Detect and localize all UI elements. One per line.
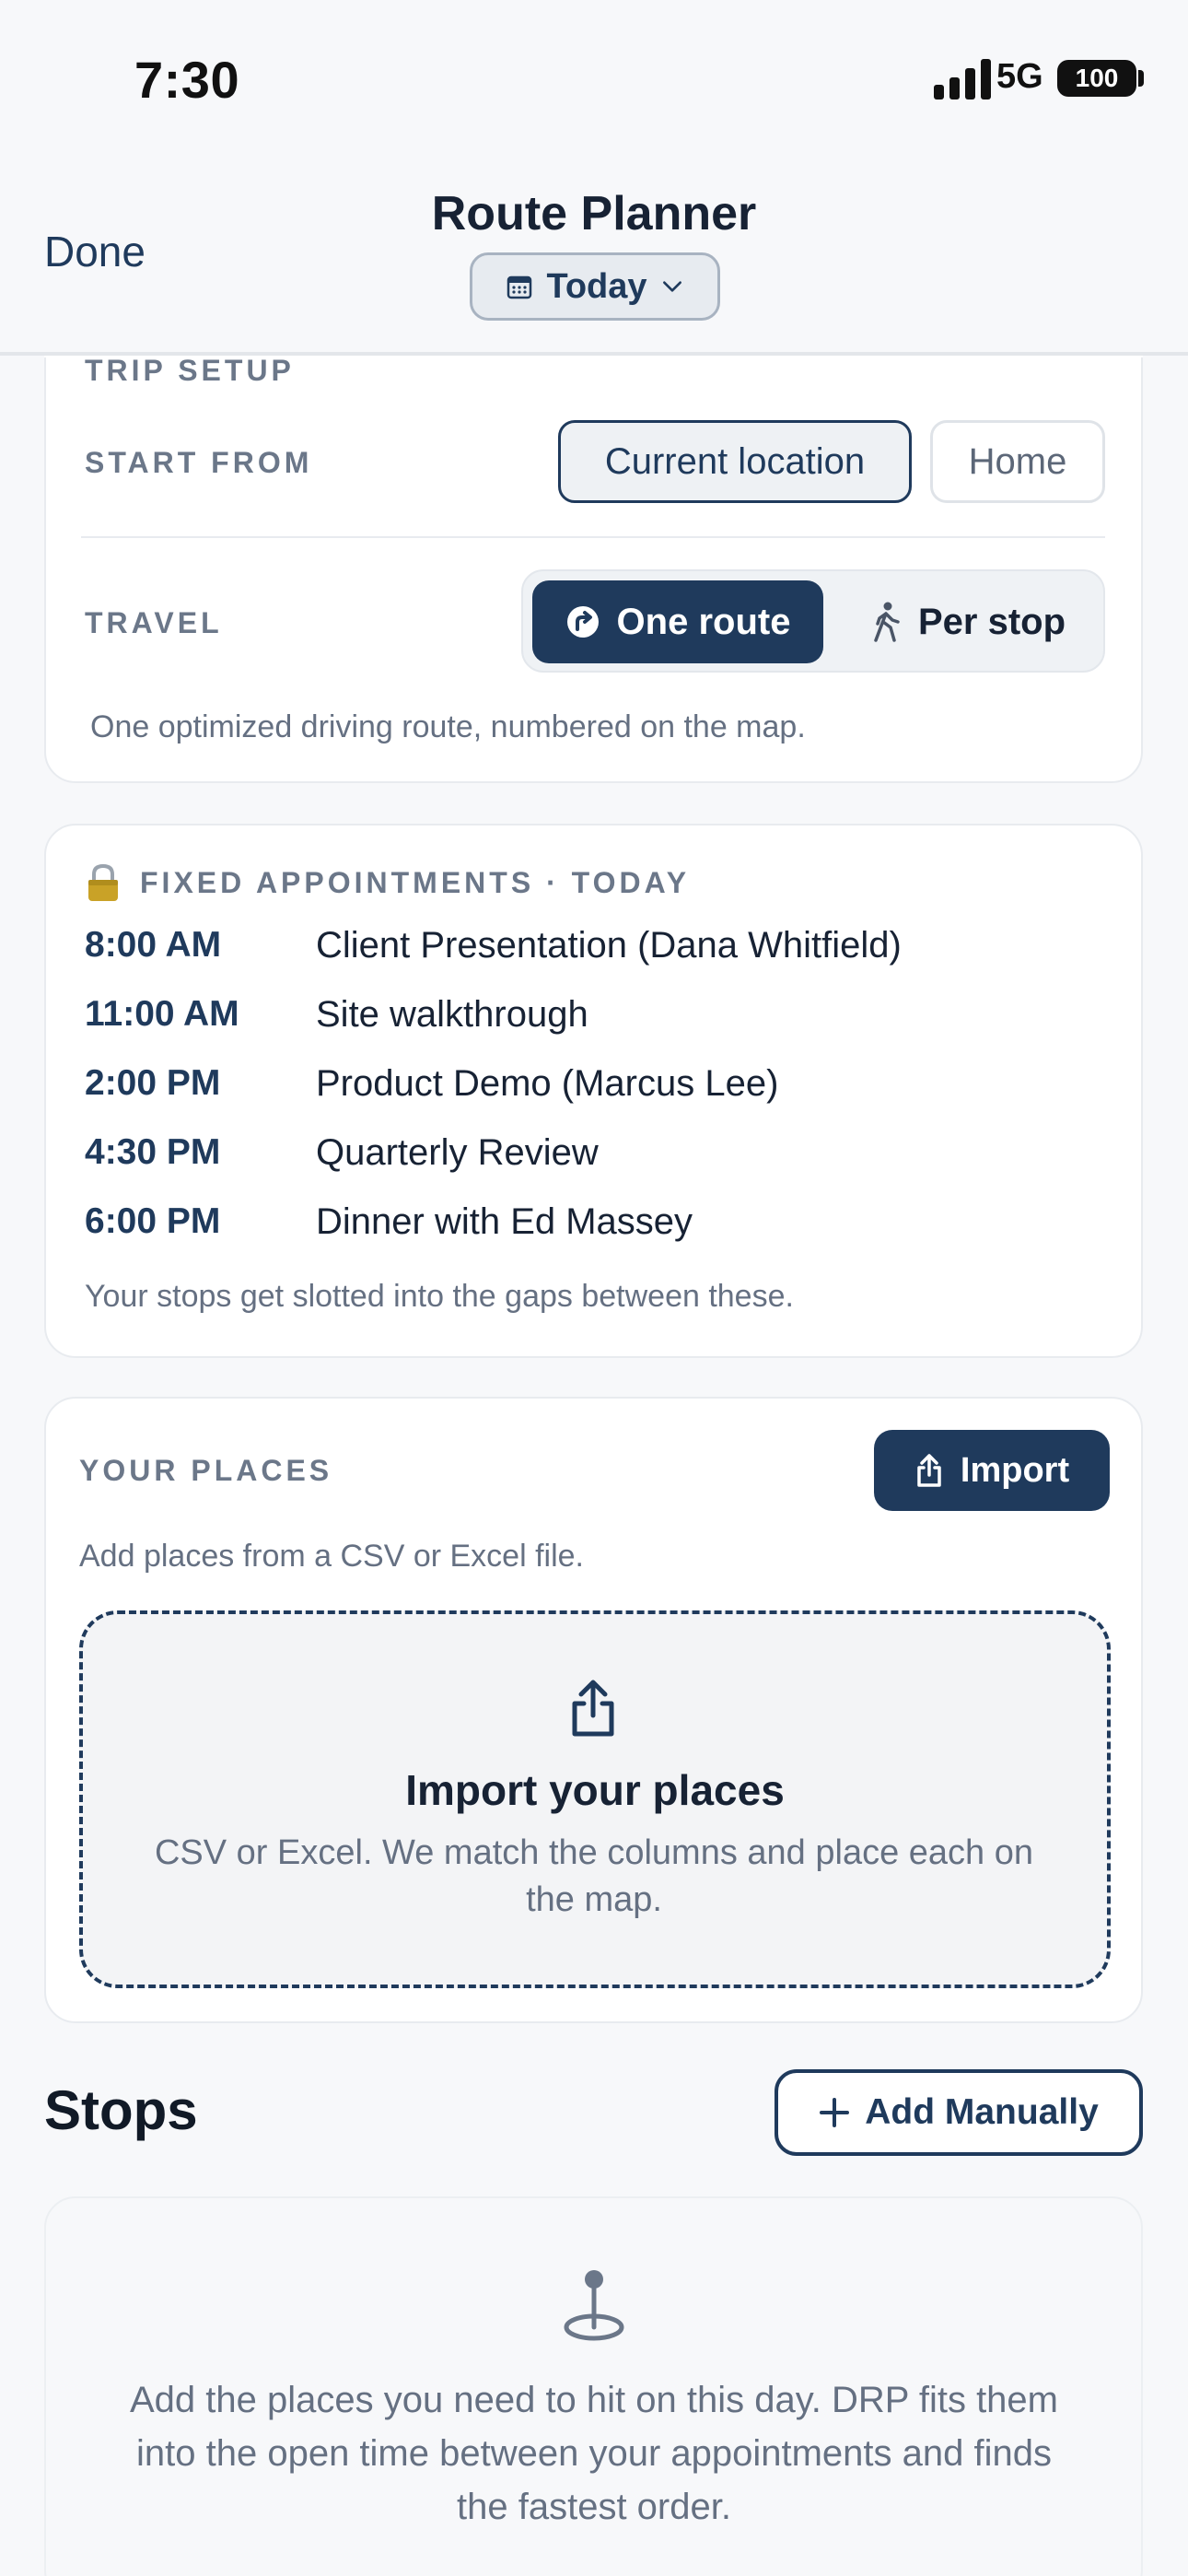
map-pin-icon [564, 2270, 624, 2341]
appointment-title: Quarterly Review [316, 1132, 599, 1173]
divider [81, 536, 1105, 538]
places-heading: YOUR PLACES [79, 1454, 333, 1487]
travel-option-label: One route [616, 601, 791, 642]
date-picker-button[interactable]: Today [470, 252, 720, 321]
appointment-time: 2:00 PM [85, 1063, 221, 1103]
walking-icon [874, 602, 900, 642]
add-manually-button[interactable]: Add Manually [775, 2069, 1143, 2156]
start-option-label: Current location [604, 440, 866, 482]
dropzone-text: CSV or Excel. We match the columns and p… [154, 1833, 1033, 1919]
appointments-footer: Your stops get slotted into the gaps bet… [85, 1279, 794, 1314]
travel-label: TRAVEL [85, 606, 223, 639]
import-label: Import [960, 1450, 1070, 1490]
appointment-time: 8:00 AM [85, 925, 222, 965]
travel-description: One optimized driving route, numbered on… [90, 709, 806, 744]
chevron-down-icon [662, 281, 681, 292]
route-icon [566, 606, 599, 638]
dropzone-title: Import your places [405, 1766, 785, 1814]
page-title: Route Planner [431, 187, 757, 240]
appointment-time: 6:00 PM [85, 1201, 221, 1241]
lock-icon [85, 862, 122, 903]
status-time: 7:30 [134, 51, 240, 109]
start-home-button[interactable]: Home [930, 420, 1105, 503]
calendar-icon [507, 275, 532, 299]
start-from-label: START FROM [85, 446, 313, 479]
trip-card-top-mask [44, 356, 1143, 357]
appointment-title: Client Presentation (Dana Whitfield) [316, 925, 902, 966]
signal-icon [934, 59, 991, 100]
travel-one-route-button[interactable]: One route [532, 580, 823, 663]
places-description: Add places from a CSV or Excel file. [79, 1539, 585, 1574]
travel-per-stop-button[interactable]: Per stop [838, 580, 1098, 663]
travel-option-label: Per stop [917, 601, 1066, 642]
appointments-heading: FIXED APPOINTMENTS · TODAY [140, 866, 691, 899]
share-icon [572, 1680, 614, 1737]
trip-setup-heading: TRIP SETUP [85, 354, 295, 387]
import-button[interactable]: Import [874, 1430, 1110, 1511]
appointment-time: 11:00 AM [85, 994, 239, 1034]
appointment-title: Dinner with Ed Massey [316, 1201, 693, 1242]
appointment-title: Site walkthrough [316, 994, 588, 1035]
share-icon [917, 1454, 941, 1487]
stops-heading: Stops [44, 2079, 198, 2141]
battery-tip [1138, 70, 1144, 87]
stops-empty-text: Add the places you need to hit on this d… [130, 2380, 1058, 2527]
date-label: Today [546, 266, 647, 306]
plus-icon [820, 2098, 850, 2127]
appointment-time: 4:30 PM [85, 1132, 221, 1172]
start-option-label: Home [968, 440, 1067, 482]
battery-icon: 100 [1057, 60, 1136, 97]
network-label: 5G [996, 57, 1043, 96]
start-current-location-button[interactable]: Current location [558, 420, 912, 503]
add-manually-label: Add Manually [865, 2092, 1099, 2132]
appointment-title: Product Demo (Marcus Lee) [316, 1063, 779, 1104]
